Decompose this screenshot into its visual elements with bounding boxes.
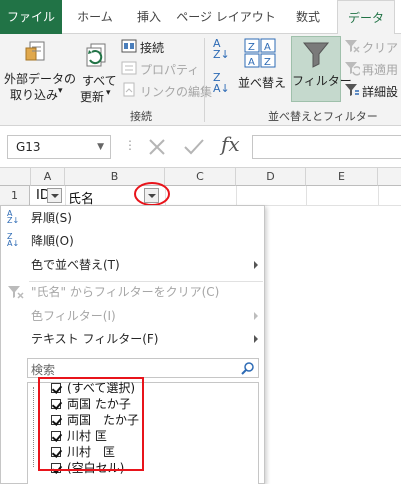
sort-desc-icon: Z A↓ (7, 232, 20, 248)
advanced-filter-icon (345, 84, 359, 96)
gridline (378, 186, 379, 206)
name-box-dropdown-icon[interactable]: ▼ (97, 136, 104, 158)
external-data-label2: 取り込み (10, 88, 59, 102)
clear-filter-icon (345, 40, 360, 53)
edit-links-button[interactable]: リンクの編集 (140, 83, 212, 100)
filter-search-input[interactable]: 検索 (27, 358, 259, 378)
tree-connector-line (33, 387, 34, 467)
menu-text-filter[interactable]: テキスト フィルター(F) (1, 327, 264, 351)
column-header-next[interactable] (378, 168, 401, 186)
search-placeholder: 検索 (31, 363, 56, 377)
svg-text:Z: Z (248, 42, 255, 53)
refresh-all-label2: 更新 (80, 90, 105, 104)
tab-page-layout[interactable]: ページ レイアウト (176, 0, 276, 34)
menu-sort-ascending[interactable]: A Z↓ 昇順(S) (1, 206, 264, 230)
menu-color-filter[interactable]: 色フィルター(I) (1, 304, 264, 328)
tab-data[interactable]: データ (337, 0, 395, 35)
column-header-c[interactable]: C (165, 168, 236, 186)
properties-button[interactable]: プロパティ (140, 61, 199, 78)
tab-file[interactable]: ファイル (0, 0, 62, 34)
menu-text-filter-label: テキスト フィルター(F) (31, 332, 159, 346)
insert-function-button[interactable]: fx (221, 132, 240, 156)
tab-home[interactable]: ホーム (66, 0, 124, 34)
search-icon (241, 362, 254, 375)
gridline (65, 186, 66, 206)
sort-desc-small-icon[interactable]: Z A↓ (213, 72, 230, 94)
external-data-dropdown-icon[interactable]: ▾ (58, 86, 63, 96)
column-header-e[interactable]: E (306, 168, 378, 186)
filter-dropdown-a1[interactable] (47, 188, 62, 203)
clear-button[interactable]: クリア (362, 39, 398, 56)
submenu-arrow-icon (254, 261, 258, 269)
connections-button[interactable]: 接続 (140, 39, 164, 56)
ribbon-separator (204, 38, 205, 122)
edit-links-icon (123, 82, 135, 97)
menu-clear-filter-label: "氏名" からフィルターをクリア(C) (31, 285, 220, 299)
menu-clear-filter[interactable]: "氏名" からフィルターをクリア(C) (1, 280, 264, 304)
filter-funnel-icon (302, 42, 330, 68)
red-highlight-box (38, 377, 144, 471)
reapply-icon (345, 62, 360, 76)
menu-sort-by-color-label: 色で並べ替え(T) (31, 258, 120, 272)
tab-formulas[interactable]: 数式 (283, 0, 333, 34)
reapply-button[interactable]: 再適用 (362, 61, 398, 78)
formula-input[interactable] (252, 135, 401, 159)
column-header-d[interactable]: D (236, 168, 306, 186)
external-data-button[interactable]: 外部データの (4, 70, 76, 87)
row-header-1[interactable]: 1 (0, 186, 30, 206)
menu-color-filter-label: 色フィルター(I) (31, 309, 116, 323)
select-all-corner[interactable] (0, 168, 31, 186)
advanced-button[interactable]: 詳細設 (362, 83, 398, 100)
group-label-sort-filter: 並べ替えとフィルター (268, 110, 378, 123)
column-header-a[interactable]: A (31, 168, 65, 186)
menu-sort-descending-label: 降順(O) (31, 234, 74, 248)
svg-text:A: A (248, 57, 255, 68)
sort-asc-icon: A Z↓ (7, 209, 20, 225)
sort-button[interactable]: 並べ替え (238, 74, 286, 91)
menu-sort-descending[interactable]: Z A↓ 降順(O) (1, 229, 264, 253)
clear-filter-menu-icon (8, 286, 24, 299)
sort-dialog-icon: Z A A Z (244, 38, 276, 68)
red-highlight-circle (134, 182, 170, 206)
external-data-icon (25, 41, 45, 61)
sort-asc-small-icon[interactable]: A Z↓ (213, 38, 230, 60)
refresh-all-button[interactable]: すべて (82, 72, 117, 89)
name-box-value: G13 (16, 140, 41, 154)
gridline (236, 186, 237, 206)
name-box[interactable]: G13 ▼ (7, 135, 111, 159)
filter-button[interactable]: フィルター (292, 72, 352, 89)
ribbon-tab-bar: ファイル ホーム 挿入 ページ レイアウト 数式 データ (0, 0, 401, 35)
formula-bar-grip-icon[interactable]: ⋮ (124, 138, 136, 152)
menu-sort-by-color[interactable]: 色で並べ替え(T) (1, 253, 264, 277)
properties-icon (121, 61, 137, 75)
enter-check-icon[interactable] (183, 137, 205, 157)
gridline (306, 186, 307, 206)
ribbon-data: 外部データの 取り込み ▾ すべて 更新 ▾ 接続 プロパティ リンクの編集 接… (0, 34, 401, 126)
submenu-arrow-icon (254, 335, 258, 343)
group-label-connections: 接続 (130, 110, 152, 123)
submenu-arrow-icon (254, 312, 258, 320)
refresh-dropdown-icon[interactable]: ▾ (106, 88, 111, 98)
connections-icon (121, 39, 137, 53)
menu-sort-ascending-label: 昇順(S) (31, 211, 72, 225)
formula-bar: G13 ▼ ⋮ fx (0, 126, 401, 168)
svg-text:A: A (264, 42, 271, 53)
cancel-icon[interactable] (147, 137, 167, 157)
tab-insert[interactable]: 挿入 (126, 0, 172, 34)
refresh-all-icon (86, 43, 106, 67)
svg-text:Z: Z (264, 57, 271, 68)
